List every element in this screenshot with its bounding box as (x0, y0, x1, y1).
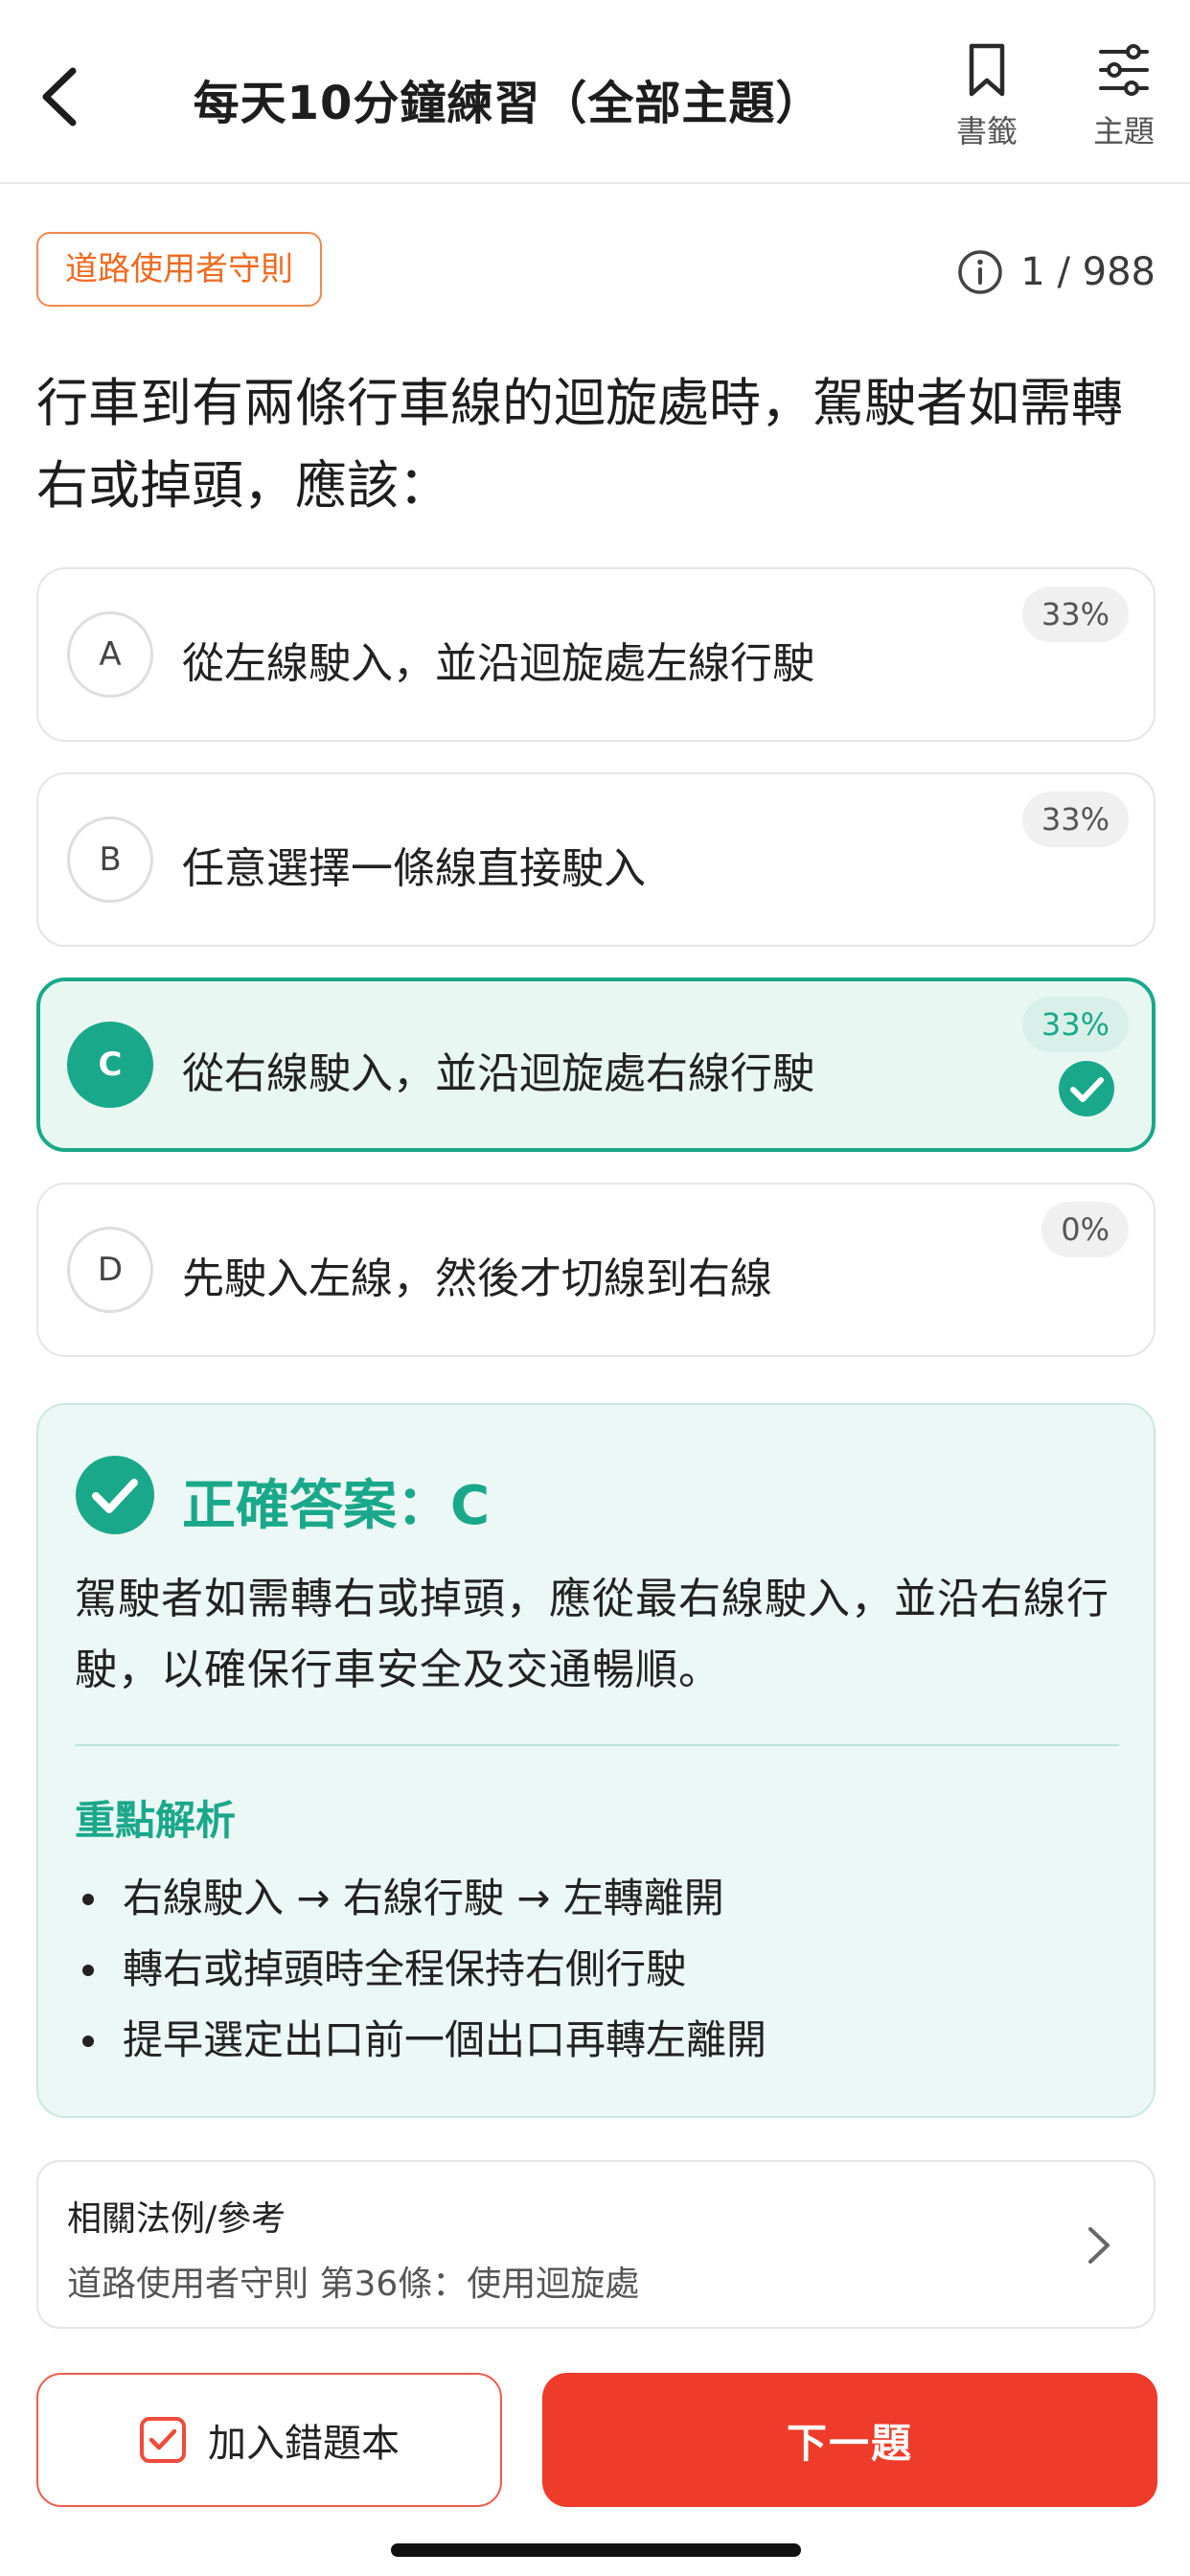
option-percent-badge: 33% (1021, 586, 1129, 642)
option-c[interactable]: C 從右線駛入，並沿迴旋處右線行駛 33% (36, 978, 1156, 1152)
page-title: 每天10分鐘練習（全部主題） (193, 77, 823, 130)
bookmark-label: 書籤 (955, 113, 1018, 150)
counter-text: 1 / 988 (1020, 250, 1156, 294)
divider (75, 1744, 1119, 1746)
key-point-item: 提早選定出口前一個出口再轉左離開 (75, 2005, 767, 2076)
option-a[interactable]: A 從左線駛入，並沿迴旋處左線行駛 33% (36, 567, 1156, 742)
option-letter: D (67, 1227, 153, 1313)
check-circle-icon (76, 1456, 154, 1534)
option-text: 任意選擇一條線直接駛入 (182, 844, 646, 893)
key-points-list: 右線駛入 → 右線行駛 → 左轉離開 轉右或掉頭時全程保持右側行駛 提早選定出口… (75, 1863, 767, 2076)
explanation-text: 駕駛者如需轉右或掉頭，應從最右線駛入，並沿右線行駛，以確保行車安全及交通暢順。 (75, 1575, 1110, 1694)
bookmark-icon (969, 43, 1005, 97)
option-d[interactable]: D 先駛入左線，然後才切線到右線 0% (36, 1183, 1156, 1357)
option-letter: A (67, 611, 153, 698)
option-percent-badge: 0% (1041, 1202, 1129, 1257)
option-text: 從右線駛入，並沿迴旋處右線行駛 (182, 1049, 814, 1098)
add-to-mistakes-button[interactable]: 加入錯題本 (36, 2373, 502, 2507)
home-indicator (391, 2543, 801, 2557)
chevron-right-icon (1088, 2227, 1110, 2264)
option-percent-badge: 33% (1021, 997, 1129, 1052)
top-bar: 每天10分鐘練習（全部主題） 書籤 主題 (0, 0, 1190, 184)
option-b[interactable]: B 任意選擇一條線直接駛入 33% (36, 772, 1156, 947)
bookmark-button[interactable]: 書籤 (934, 42, 1040, 151)
checkbox-checked-icon (140, 2417, 186, 2463)
chevron-left-icon (42, 67, 77, 126)
answer-explanation-panel: 正確答案：C 駕駛者如需轉右或掉頭，應從最右線駛入，並沿右線行駛，以確保行車安全… (36, 1403, 1156, 2118)
option-letter: C (67, 1022, 153, 1108)
key-points-title: 重點解析 (75, 1797, 237, 1844)
reference-text: 道路使用者守則 第36條：使用迴旋處 (67, 2265, 640, 2304)
option-letter: B (67, 816, 153, 903)
question-counter: 1 / 988 (957, 243, 1156, 301)
check-circle-icon (1059, 1061, 1114, 1116)
topic-filter-button[interactable]: 主題 (1071, 42, 1177, 151)
sliders-icon (1099, 44, 1149, 96)
option-percent-badge: 33% (1021, 792, 1129, 847)
topic-label: 主題 (1092, 113, 1155, 150)
option-text: 從左線駛入，並沿迴旋處左線行駛 (182, 639, 814, 688)
reference-card[interactable]: 相關法例/參考 道路使用者守則 第36條：使用迴旋處 (36, 2160, 1156, 2329)
key-point-item: 轉右或掉頭時全程保持右側行駛 (75, 1934, 767, 2005)
correct-answer-title: 正確答案：C (182, 1475, 491, 1537)
next-question-label: 下一題 (786, 2419, 913, 2467)
question-text: 行車到有兩條行車線的迴旋處時，駕駛者如需轉右或掉頭，應該： (36, 373, 1123, 516)
info-icon[interactable] (957, 249, 1003, 295)
back-button[interactable] (34, 63, 88, 130)
add-to-mistakes-label: 加入錯題本 (208, 2422, 400, 2466)
key-point-item: 右線駛入 → 右線行駛 → 左轉離開 (75, 1863, 767, 1934)
topic-tag: 道路使用者守則 (36, 232, 322, 307)
reference-title: 相關法例/參考 (67, 2199, 286, 2239)
option-text: 先駛入左線，然後才切線到右線 (182, 1254, 772, 1303)
next-question-button[interactable]: 下一題 (542, 2373, 1157, 2507)
